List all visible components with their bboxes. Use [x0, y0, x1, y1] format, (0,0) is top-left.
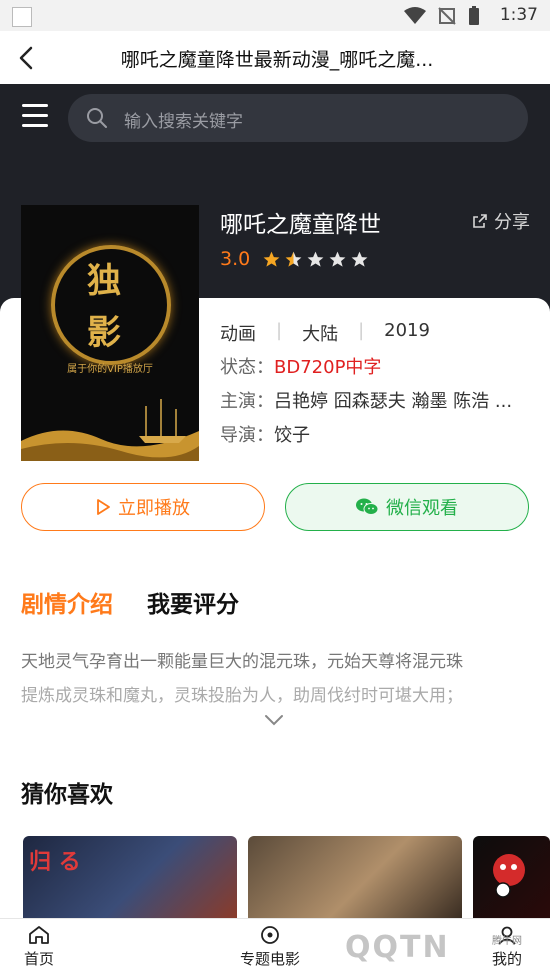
- nav-mine-label: 我的: [492, 950, 523, 968]
- actors-label: 主演：: [220, 391, 274, 412]
- status-row: 状态：BD720P中字: [220, 353, 381, 379]
- director-label: 导演：: [220, 425, 274, 446]
- watermark: QQTN: [345, 930, 450, 965]
- nav-home[interactable]: 首页: [24, 925, 54, 969]
- tab-rate[interactable]: 我要评分: [147, 585, 239, 619]
- menu-icon[interactable]: [22, 104, 48, 128]
- recommend-title: 猜你喜欢: [21, 782, 113, 808]
- poster-tagline: 属于你的VIP播放厅: [67, 364, 153, 375]
- rating-stars: [262, 250, 369, 269]
- page-title: 哪吒之魔童降世最新动漫_哪吒之魔...: [120, 49, 434, 71]
- title-bar: 哪吒之魔童降世最新动漫_哪吒之魔...: [0, 31, 550, 84]
- meta-row: 动画 | 大陆 | 2019: [220, 320, 430, 345]
- director-value: 饺子: [274, 425, 310, 446]
- search-input[interactable]: 输入搜索关键字: [68, 94, 528, 142]
- home-icon: [29, 926, 49, 944]
- share-icon: [473, 214, 487, 228]
- rating-score: 3.0: [220, 248, 251, 270]
- bottom-nav: 首页 专题电影 我的: [0, 918, 550, 979]
- wechat-label: 微信观看: [386, 498, 458, 519]
- thumb-title-art: 归 る: [29, 850, 81, 875]
- director-row: 导演：饺子: [220, 421, 310, 447]
- nav-topic-movies[interactable]: 专题电影: [240, 925, 300, 969]
- mascot-icon: [493, 854, 525, 898]
- share-label: 分享: [494, 212, 530, 233]
- star-empty-icon: [307, 251, 324, 267]
- movie-poster: 独 影 属于你的VIP播放厅: [21, 205, 199, 461]
- watermark-small: 腾牛网: [492, 936, 522, 947]
- status-time: 1:37: [499, 5, 538, 25]
- status-value: BD720P中字: [274, 357, 382, 378]
- nav-home-label: 首页: [24, 950, 55, 968]
- play-icon: [97, 499, 110, 515]
- status-bar: 1:37: [0, 0, 550, 31]
- recommend-item[interactable]: 归 る: [23, 836, 237, 918]
- rating: 3.0: [220, 248, 369, 270]
- poster-ship-graphic: [21, 399, 199, 461]
- search-icon: [87, 108, 107, 128]
- play-label: 立即播放: [118, 498, 190, 519]
- no-sim-icon: [438, 7, 456, 25]
- poster-text-1: 独: [87, 261, 121, 301]
- star-icon: [263, 251, 280, 267]
- chevron-down-icon[interactable]: [263, 712, 285, 728]
- battery-icon: [469, 6, 479, 25]
- actors-value: 吕艳婷 囧森瑟夫 瀚墨 陈浩 ...: [274, 391, 513, 412]
- star-empty-icon: [351, 251, 368, 267]
- movie-title: 哪吒之魔童降世: [220, 212, 381, 238]
- recommend-item[interactable]: [248, 836, 462, 918]
- synopsis-line-1: 天地灵气孕育出一颗能量巨大的混元珠，元始天尊将混元珠: [21, 652, 463, 672]
- poster-text-2: 影: [87, 313, 121, 353]
- wechat-icon: [356, 498, 378, 515]
- search-placeholder: 输入搜索关键字: [124, 112, 243, 132]
- back-arrow-icon[interactable]: [14, 45, 40, 71]
- star-half-icon: [285, 251, 302, 267]
- synopsis-text: 天地灵气孕育出一颗能量巨大的混元珠，元始天尊将混元珠 提炼成灵珠和魔丸，灵珠投胎…: [21, 645, 531, 713]
- status-label: 状态：: [220, 357, 274, 378]
- play-button[interactable]: 立即播放: [21, 483, 265, 531]
- notification-icon: [12, 7, 32, 27]
- recommend-item[interactable]: [473, 836, 550, 918]
- wechat-watch-button[interactable]: 微信观看: [285, 483, 529, 531]
- region: 大陆: [302, 324, 339, 345]
- year: 2019: [384, 320, 430, 341]
- star-empty-icon: [329, 251, 346, 267]
- film-reel-icon: [261, 926, 279, 944]
- genre: 动画: [220, 324, 256, 345]
- share-button[interactable]: 分享: [472, 208, 530, 234]
- actors-row: 主演：吕艳婷 囧森瑟夫 瀚墨 陈浩 ...: [220, 387, 530, 413]
- wifi-icon: [404, 7, 426, 24]
- status-icons: [404, 5, 480, 27]
- tab-synopsis[interactable]: 剧情介绍: [21, 585, 113, 619]
- synopsis-line-2: 提炼成灵珠和魔丸，灵珠投胎为人，助周伐纣时可堪大用；: [21, 686, 463, 706]
- nav-topic-label: 专题电影: [240, 950, 301, 968]
